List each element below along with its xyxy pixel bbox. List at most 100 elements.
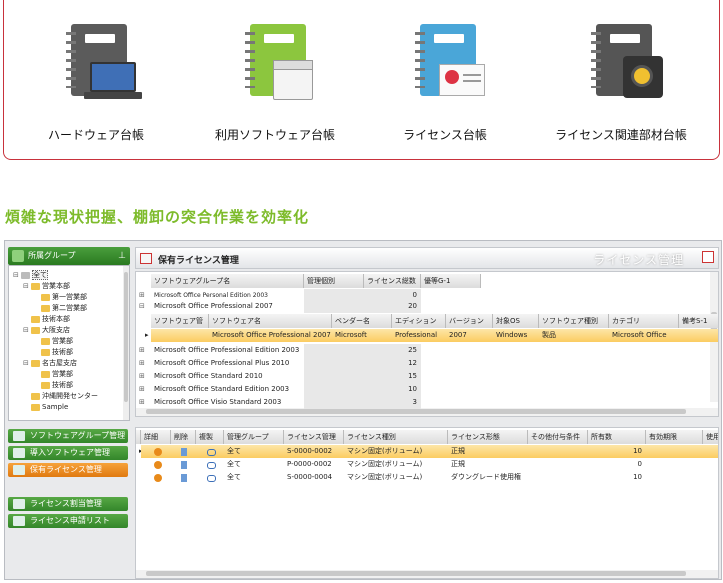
column-header[interactable]: 所有数 <box>588 430 646 444</box>
feature-license[interactable]: ライセンス台帳 <box>370 22 520 143</box>
cell-id: S-0000-0002 <box>287 447 333 455</box>
sub-column-header[interactable]: ソフトウェア管 <box>151 314 209 328</box>
nav-3[interactable]: ライセンス割当管理 <box>8 497 128 511</box>
expand-toggle-icon[interactable]: ⊟ <box>13 270 21 281</box>
tree-item[interactable]: 技術部 <box>13 380 129 391</box>
sub-cell[interactable]: Microsoft Office Professional 2007 <box>209 329 332 342</box>
sub-cell[interactable]: Microsoft Office <box>609 329 679 342</box>
column-header[interactable]: 管理グループ <box>224 430 284 444</box>
sub-column-header[interactable]: 備考S-1 <box>679 314 718 328</box>
nav-4[interactable]: ライセンス申請リスト <box>8 514 128 528</box>
feature-software[interactable]: 利用ソフトウェア台帳 <box>200 22 350 143</box>
sub-column-header[interactable]: ベンダー名 <box>332 314 392 328</box>
sub-column-header[interactable]: カテゴリ <box>609 314 679 328</box>
expand-toggle-icon[interactable]: ⊞ <box>136 383 150 396</box>
cell-kind: マシン固定(ボリューム) <box>347 473 423 481</box>
tree-item[interactable]: Sample <box>13 402 129 413</box>
sub-cell[interactable] <box>151 329 209 342</box>
copy-icon[interactable] <box>207 461 216 469</box>
cell-id: P-0000-0002 <box>287 460 332 468</box>
sub-cell[interactable]: Windows <box>493 329 539 342</box>
tree-item[interactable]: ⊟ 大阪支店 <box>13 325 129 336</box>
folder-icon <box>31 282 40 290</box>
column-header[interactable]: 使用日 <box>703 430 718 444</box>
grid-hscrollbar[interactable] <box>136 570 718 578</box>
folder-icon <box>31 359 40 367</box>
delete-cell[interactable] <box>178 472 193 485</box>
feature-parts[interactable]: ライセンス関連部材台帳 <box>546 22 696 143</box>
copy-icon[interactable] <box>207 448 216 456</box>
pin-icon[interactable]: ⊥ <box>118 247 126 265</box>
sub-cell[interactable]: 製品 <box>539 329 609 342</box>
trash-icon[interactable] <box>181 474 187 482</box>
sub-column-header[interactable]: エディション <box>392 314 446 328</box>
column-header[interactable]: 詳細 <box>141 430 171 444</box>
trash-icon[interactable] <box>181 448 187 456</box>
column-header[interactable]: ライセンス形態 <box>448 430 528 444</box>
group-tree[interactable]: ⊟ 全て ⊟ 営業本部 第一営業部 第二営業部 技術本部 ⊟ 大阪支店 営業部 技術部 ⊟ 名古屋支店営… <box>8 265 130 421</box>
nav-1[interactable]: 導入ソフトウェア管理 <box>8 446 128 460</box>
detail-icon[interactable] <box>154 461 162 469</box>
column-header[interactable]: ライセンス管理 <box>284 430 344 444</box>
nav-item-label: ライセンス申請リスト <box>30 516 110 525</box>
sub-cell[interactable] <box>679 329 718 342</box>
expand-toggle-icon[interactable]: ⊞ <box>136 344 150 357</box>
sub-column-header[interactable]: 対象OS <box>493 314 539 328</box>
row-spacer <box>304 357 361 370</box>
nav-0[interactable]: ソフトウェアグループ管理 <box>8 429 128 443</box>
trash-icon[interactable] <box>181 461 187 469</box>
column-header[interactable]: その他付与条件 <box>528 430 588 444</box>
column-header[interactable]: 有効期限 <box>646 430 703 444</box>
nav-item-icon <box>13 431 25 441</box>
tree-item[interactable]: 技術本部 <box>13 314 129 325</box>
column-header[interactable]: 削除 <box>171 430 196 444</box>
sub-column-header[interactable]: バージョン <box>446 314 493 328</box>
expand-toggle-icon[interactable]: ⊞ <box>136 370 150 383</box>
expand-toggle-icon[interactable]: ⊟ <box>23 281 31 292</box>
cell-qty: 10 <box>633 473 642 481</box>
sub-cell[interactable]: Professional <box>392 329 446 342</box>
column-header[interactable]: 複製 <box>196 430 224 444</box>
row-spacer <box>304 370 361 383</box>
tree-item[interactable]: ⊟ 名古屋支店 <box>13 358 129 369</box>
tree-item[interactable]: 営業部 <box>13 369 129 380</box>
column-header[interactable]: ソフトウェアグループ名 <box>151 274 304 288</box>
folder-icon <box>41 370 50 378</box>
sub-column-header[interactable]: ソフトウェア名 <box>209 314 332 328</box>
expand-toggle-icon[interactable]: ⊟ <box>23 325 31 336</box>
software-group-grid[interactable]: ソフトウェアグループ名 管理個別 ライセンス総数 優等G-1 ⊞ Microsoft Of… <box>135 271 719 417</box>
tree-item[interactable]: 第一営業部 <box>13 292 129 303</box>
expand-toggle-icon[interactable]: ⊞ <box>136 396 150 409</box>
tree-item[interactable]: 第二営業部 <box>13 303 129 314</box>
tree-item[interactable]: ⊟ 営業本部 <box>13 281 129 292</box>
tree-item[interactable]: ⊟ 全て <box>13 270 129 281</box>
row-name: Microsoft Office Professional 2007 <box>154 302 273 310</box>
column-header[interactable]: ライセンス種別 <box>344 430 448 444</box>
sub-cell[interactable]: Microsoft <box>332 329 392 342</box>
tree-item[interactable]: 技術部 <box>13 347 129 358</box>
sub-cell[interactable]: 2007 <box>446 329 493 342</box>
column-header[interactable]: 優等G-1 <box>421 274 481 288</box>
tree-item[interactable]: 沖縄開発センター <box>13 391 129 402</box>
license-grid[interactable]: 詳細 削除 複製 管理グループ ライセンス管理 ライセンス種別 ライセンス形態 その他付与条件… <box>135 427 719 579</box>
cell-kind: マシン固定(ボリューム) <box>347 460 423 468</box>
nav-2[interactable]: 保有ライセンス管理 <box>8 463 128 477</box>
column-header[interactable]: ライセンス総数 <box>364 274 421 288</box>
sub-column-header[interactable]: ソフトウェア種別 <box>539 314 609 328</box>
column-header[interactable]: 管理個別 <box>304 274 364 288</box>
nav-item-icon <box>13 448 25 458</box>
tree-item[interactable]: 営業部 <box>13 336 129 347</box>
detail-cell[interactable] <box>151 472 166 485</box>
expand-toggle-icon[interactable]: ⊟ <box>23 358 31 369</box>
expand-toggle-icon[interactable]: ⊟ <box>136 300 150 313</box>
copy-icon[interactable] <box>207 474 216 482</box>
detail-icon[interactable] <box>154 448 162 456</box>
expand-toggle-icon[interactable]: ⊞ <box>136 357 150 370</box>
feature-hardware[interactable]: ハードウェア台帳 <box>21 22 171 143</box>
export-icon[interactable] <box>702 251 714 263</box>
detail-icon[interactable] <box>154 474 162 482</box>
copy-cell[interactable] <box>204 472 219 485</box>
grid-hscrollbar[interactable] <box>136 408 718 416</box>
row-count: 20 <box>361 300 421 313</box>
cell-id: S-0000-0004 <box>287 473 333 481</box>
